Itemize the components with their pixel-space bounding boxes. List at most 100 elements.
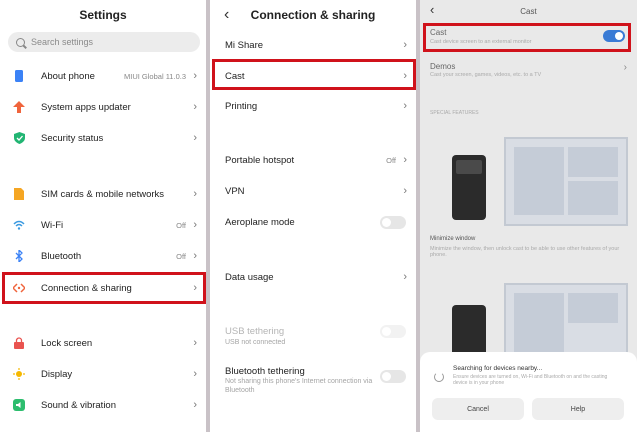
chevron-right-icon: › <box>193 368 197 380</box>
highlight-box <box>212 59 416 90</box>
menu-item-aeroplane-mode[interactable]: Aeroplane mode <box>210 209 416 235</box>
menu-item-vpn[interactable]: VPN › <box>210 178 416 204</box>
menu-item-subtext: Not sharing this phone's Internet connec… <box>225 378 373 394</box>
chevron-right-icon: › <box>193 399 197 411</box>
sim-card-icon <box>13 188 25 200</box>
page-header: ‹ Connection & sharing <box>210 0 416 30</box>
search-icon <box>16 37 25 47</box>
search-placeholder: Search settings <box>31 37 94 47</box>
page-title: Connection & sharing <box>250 8 376 22</box>
demos-label[interactable]: Demos <box>430 62 455 71</box>
menu-item-printing[interactable]: Printing › <box>210 93 416 119</box>
settings-item-label: About phone <box>41 70 95 82</box>
illus-block <box>568 181 618 215</box>
settings-item-wifi[interactable]: Wi-Fi Off › <box>0 212 206 238</box>
page-header: ‹ Cast <box>420 0 637 22</box>
menu-item-label: Portable hotspot <box>225 154 295 166</box>
sheet-subtext: Ensure devices are turned on, Wi-Fi and … <box>453 374 608 386</box>
phone-illustration <box>452 155 486 220</box>
chevron-right-icon: › <box>193 219 197 231</box>
screen-illustration-2 <box>504 283 628 358</box>
searching-devices-sheet: Searching for devices nearby... Ensure d… <box>420 352 637 432</box>
settings-item-label: Wi-Fi <box>41 219 64 231</box>
chevron-right-icon: › <box>193 132 197 144</box>
chevron-right-icon: › <box>403 154 407 166</box>
connection-sharing-screen: ‹ Connection & sharing Mi Share › Cast ›… <box>210 0 416 432</box>
aeroplane-toggle[interactable] <box>380 215 406 229</box>
chevron-right-icon: › <box>193 337 197 349</box>
highlight-box <box>2 272 206 304</box>
chevron-right-icon: › <box>193 101 197 113</box>
menu-item-label: Mi Share <box>225 39 264 51</box>
settings-item-about-phone[interactable]: About phone MIUI Global 11.0.3 › <box>0 63 206 89</box>
menu-item-value: Off <box>386 155 396 165</box>
chevron-right-icon: › <box>403 39 407 51</box>
chevron-right-icon: › <box>403 100 407 112</box>
chevron-right-icon: › <box>403 271 407 283</box>
menu-item-subtext: USB not connected <box>225 339 286 346</box>
menu-item-label: Bluetooth tethering <box>225 365 305 377</box>
chevron-right-icon: › <box>193 188 197 200</box>
settings-item-label: Display <box>41 368 73 380</box>
cancel-button[interactable]: Cancel <box>432 398 524 420</box>
settings-item-security-status[interactable]: Security status › <box>0 125 206 151</box>
settings-item-value: Off <box>176 220 186 230</box>
back-arrow-icon[interactable]: ‹ <box>224 6 229 24</box>
loading-spinner-icon <box>434 372 444 382</box>
settings-item-bluetooth[interactable]: Bluetooth Off › <box>0 243 206 269</box>
highlight-box <box>423 23 631 52</box>
menu-item-label: USB tethering <box>225 325 285 337</box>
shield-icon <box>13 132 25 144</box>
settings-item-sound-vibration[interactable]: Sound & vibration › <box>0 392 206 418</box>
settings-item-label: Sound & vibration <box>41 399 116 411</box>
chevron-right-icon: › <box>403 185 407 197</box>
settings-item-sim-cards[interactable]: SIM cards & mobile networks › <box>0 181 206 207</box>
menu-item-data-usage[interactable]: Data usage › <box>210 264 416 290</box>
lock-icon <box>13 337 25 349</box>
menu-item-label: Data usage <box>225 271 274 283</box>
menu-item-mi-share[interactable]: Mi Share › <box>210 32 416 58</box>
bluetooth-tethering-toggle[interactable] <box>380 370 406 383</box>
help-button[interactable]: Help <box>532 398 624 420</box>
illus-block <box>568 293 618 323</box>
illus-screen <box>456 160 482 174</box>
bluetooth-icon <box>13 250 25 262</box>
settings-item-value: MIUI Global 11.0.3 <box>124 71 186 81</box>
search-input[interactable]: Search settings <box>8 32 200 52</box>
minimize-window-label: Minimize window <box>430 236 476 242</box>
settings-screen: Settings Search settings About phone MIU… <box>0 0 206 432</box>
menu-item-label: VPN <box>225 185 245 197</box>
page-title: Settings <box>79 8 127 22</box>
settings-item-label: SIM cards & mobile networks <box>41 188 165 200</box>
settings-item-lock-screen[interactable]: Lock screen › <box>0 330 206 356</box>
screen-illustration <box>504 137 628 226</box>
sun-icon <box>13 368 25 380</box>
menu-item-label: Printing <box>225 100 258 112</box>
usb-tethering-toggle[interactable] <box>380 324 406 338</box>
settings-item-label: Bluetooth <box>41 250 82 262</box>
demos-subtext: Cast your screen, games, videos, etc. to… <box>430 72 542 78</box>
settings-item-value: Off <box>176 251 186 261</box>
sheet-title: Searching for devices nearby... <box>453 365 543 372</box>
illus-block <box>514 147 564 215</box>
settings-item-display[interactable]: Display › <box>0 361 206 387</box>
menu-item-label: Aeroplane mode <box>225 216 295 228</box>
page-title: Cast <box>520 6 537 16</box>
settings-item-label: System apps updater <box>41 101 131 113</box>
menu-item-portable-hotspot[interactable]: Portable hotspot Off › <box>210 147 416 173</box>
settings-item-system-apps-updater[interactable]: System apps updater › <box>0 94 206 120</box>
illus-block <box>514 293 564 353</box>
settings-item-label: Security status <box>41 132 104 144</box>
settings-item-label: Lock screen <box>41 337 93 349</box>
arrow-up-icon <box>13 101 25 113</box>
chevron-right-icon: › <box>193 70 197 82</box>
illus-block <box>568 147 618 177</box>
phone-icon <box>13 70 25 82</box>
wifi-icon <box>13 219 25 231</box>
back-arrow-icon[interactable]: ‹ <box>430 2 434 17</box>
speaker-icon <box>13 399 25 411</box>
section-header: SPECIAL FEATURES <box>430 110 479 116</box>
chevron-right-icon: › <box>623 62 627 73</box>
minimize-window-subtext: Minimize the window, then unlock cast to… <box>430 246 620 258</box>
chevron-right-icon: › <box>193 250 197 262</box>
